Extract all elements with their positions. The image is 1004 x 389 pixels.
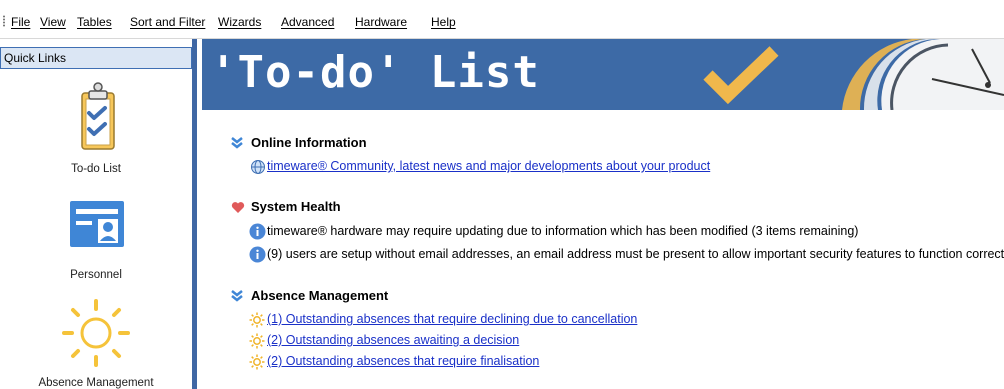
absence-link-declining-text[interactable]: (1) Outstanding absences that require de… [267, 312, 637, 326]
community-link-text[interactable]: timeware® Community, latest news and maj… [267, 159, 710, 173]
quick-links-panel: Quick Links To-do List Personnel Absence… [0, 39, 197, 389]
absence-link-finalisation-text[interactable]: (2) Outstanding absences that require fi… [267, 354, 539, 368]
menu-wizards[interactable]: Wizards [218, 15, 261, 29]
page-banner: 'To-do' List [202, 39, 1004, 110]
absence-link-finalisation[interactable]: (2) Outstanding absences that require fi… [267, 354, 539, 368]
info-icon [249, 246, 266, 263]
clipboard-check-icon [81, 82, 115, 150]
menu-hardware[interactable]: Hardware [355, 15, 407, 29]
globe-icon [251, 160, 265, 174]
double-chevron-down-icon[interactable] [231, 290, 243, 302]
menu-help[interactable]: Help [431, 15, 456, 29]
section-title-absence-management: Absence Management [251, 288, 389, 303]
quick-link-todo-label[interactable]: To-do List [0, 163, 192, 175]
menu-tables[interactable]: Tables [77, 15, 112, 29]
absence-link-awaiting-text[interactable]: (2) Outstanding absences awaiting a deci… [267, 333, 519, 347]
quick-link-personnel-label[interactable]: Personnel [0, 269, 192, 281]
info-icon [249, 223, 266, 240]
community-link[interactable]: timeware® Community, latest news and maj… [267, 159, 710, 173]
small-sun-icon [249, 312, 265, 328]
absence-link-awaiting[interactable]: (2) Outstanding absences awaiting a deci… [267, 333, 519, 347]
menu-sort-and-filter[interactable]: Sort and Filter [130, 15, 205, 29]
health-item-hardware: timeware® hardware may require updating … [267, 224, 859, 238]
menu-bar: File View Tables Sort and Filter Wizards… [0, 0, 1004, 38]
id-card-icon [70, 201, 124, 247]
quick-links-header: Quick Links [0, 47, 192, 69]
sun-icon [62, 299, 130, 367]
quick-link-personnel[interactable] [0, 199, 192, 259]
section-title-online-information: Online Information [251, 135, 367, 150]
page-title: 'To-do' List [210, 47, 540, 98]
quick-link-absence-management[interactable] [0, 297, 192, 369]
quick-link-absence-label[interactable]: Absence Management [0, 377, 192, 389]
small-sun-icon [249, 354, 265, 370]
health-item-email: (9) users are setup without email addres… [267, 247, 1004, 261]
section-title-system-health: System Health [251, 199, 341, 214]
small-sun-icon [249, 333, 265, 349]
heart-icon [231, 202, 245, 213]
clock-graphic-icon [842, 39, 1004, 110]
menu-grip[interactable] [3, 15, 5, 27]
menu-view[interactable]: View [40, 15, 66, 29]
menu-advanced[interactable]: Advanced [281, 15, 334, 29]
absence-link-declining[interactable]: (1) Outstanding absences that require de… [267, 312, 637, 326]
menu-file[interactable]: File [11, 15, 30, 29]
checkmark-icon [703, 46, 779, 105]
double-chevron-down-icon[interactable] [231, 137, 243, 149]
